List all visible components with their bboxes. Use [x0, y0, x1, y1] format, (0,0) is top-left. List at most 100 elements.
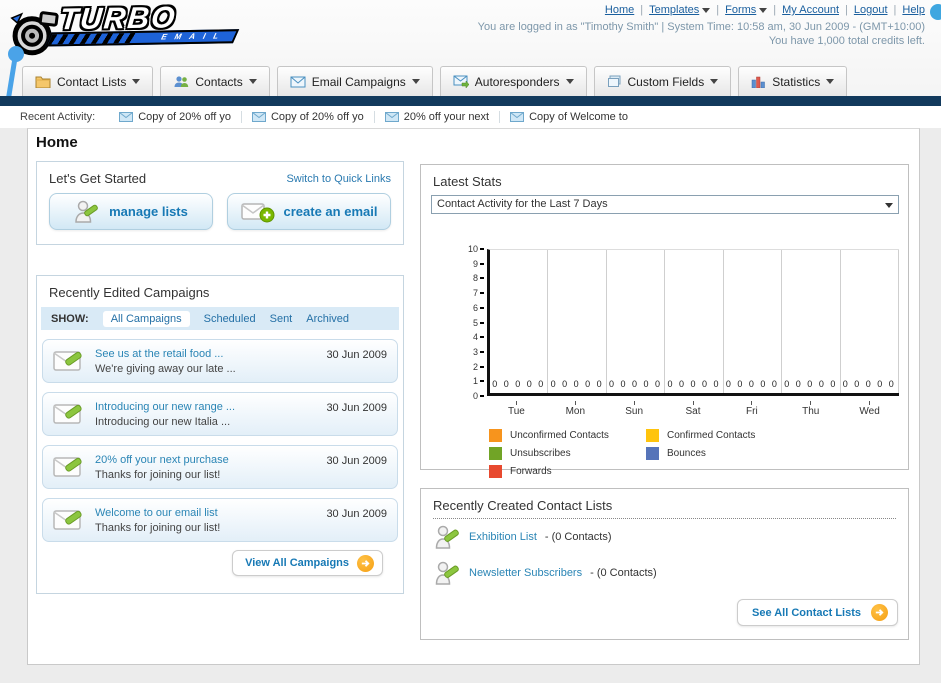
chart-x-labels: Tue Mon Sun Sat Fri Thu Wed [487, 401, 899, 417]
chart-day-column: 0 0 0 0 0 [665, 250, 724, 393]
campaign-title[interactable]: See us at the retail food ... [95, 348, 223, 360]
help-bubble-icon[interactable] [930, 4, 941, 20]
y-axis-label: 1 [458, 376, 484, 386]
legend-swatch [646, 447, 659, 460]
chart-day-column: 0 0 0 0 0 [490, 250, 549, 393]
data-point-values: 0 0 0 0 0 [725, 379, 779, 389]
caret-down-icon [759, 7, 768, 13]
contact-list-name[interactable]: Newsletter Subscribers [469, 567, 582, 579]
recent-activity-item[interactable]: 20% off your next [375, 111, 501, 123]
chart-day-column: 0 0 0 0 0 [607, 250, 666, 393]
get-started-panel: Let's Get Started Switch to Quick Links … [36, 161, 404, 245]
contact-list-item[interactable]: Exhibition List - (0 Contacts) [421, 519, 908, 555]
main-content: Home Let's Get Started Switch to Quick L… [27, 128, 920, 665]
caret-down-icon [411, 79, 420, 84]
tab-statistics[interactable]: Statistics [738, 66, 848, 96]
filter-sent[interactable]: Sent [270, 313, 293, 325]
caret-down-icon [702, 7, 711, 13]
tab-autoresponders[interactable]: Autoresponders [439, 66, 587, 96]
y-axis-label: 0 [458, 391, 484, 401]
link-forms[interactable]: Forms [725, 4, 768, 16]
campaign-date: 30 Jun 2009 [326, 455, 387, 467]
caret-down-icon [248, 79, 257, 84]
arrow-right-icon [871, 604, 888, 621]
tab-custom-fields[interactable]: Custom Fields [593, 66, 732, 96]
envelope-icon [384, 112, 399, 122]
header: TURBO EMAIL Home | Templates | Forms | My A… [0, 0, 941, 128]
chart-day-column: 0 0 0 0 0 [841, 250, 899, 393]
link-home[interactable]: Home [605, 4, 634, 16]
campaign-item[interactable]: Welcome to our email list Thanks for join… [42, 498, 398, 542]
campaign-date: 30 Jun 2009 [326, 402, 387, 414]
link-my-account[interactable]: My Account [782, 4, 839, 16]
caret-down-icon [132, 79, 141, 84]
x-axis-label: Thu [781, 401, 840, 417]
recent-activity-label: Recent Activity: [20, 111, 96, 123]
see-all-contact-lists-button[interactable]: See All Contact Lists [736, 599, 898, 626]
contacts-icon [174, 76, 189, 87]
tab-contacts[interactable]: Contacts [160, 66, 270, 96]
y-axis-label: 10 [458, 244, 484, 254]
custom-fields-icon [607, 75, 621, 87]
chart-day-column: 0 0 0 0 0 [548, 250, 607, 393]
data-point-values: 0 0 0 0 0 [492, 379, 546, 389]
recent-activity-item[interactable]: Copy of 20% off yo [242, 111, 375, 123]
filter-all-campaigns[interactable]: All Campaigns [102, 310, 190, 327]
logo-subtitle: EMAIL [159, 31, 229, 42]
data-point-values: 0 0 0 0 0 [667, 379, 721, 389]
filter-archived[interactable]: Archived [306, 313, 349, 325]
link-help[interactable]: Help [902, 4, 925, 16]
data-point-values: 0 0 0 0 0 [550, 379, 604, 389]
campaign-title[interactable]: 20% off your next purchase [95, 454, 229, 466]
campaign-item[interactable]: 20% off your next purchase Thanks for joi… [42, 445, 398, 489]
person-pencil-icon [435, 561, 459, 585]
manage-lists-button[interactable]: manage lists [49, 193, 213, 230]
campaign-title[interactable]: Introducing our new range ... [95, 401, 235, 413]
data-point-values: 0 0 0 0 0 [842, 379, 896, 389]
link-logout[interactable]: Logout [854, 4, 888, 16]
get-started-title: Let's Get Started [49, 171, 147, 186]
arrow-right-icon [357, 554, 374, 572]
campaign-title[interactable]: Welcome to our email list [95, 507, 218, 519]
filter-scheduled[interactable]: Scheduled [204, 313, 256, 325]
recent-activity-item[interactable]: Copy of Welcome to [500, 111, 638, 123]
view-all-campaigns-button[interactable]: View All Campaigns [232, 550, 383, 576]
y-axis-label: 9 [458, 259, 484, 269]
recent-activity-item[interactable]: Copy of 20% off yo [109, 111, 242, 123]
campaign-item[interactable]: See us at the retail food ... We're givin… [42, 339, 398, 383]
y-axis-label: 4 [458, 332, 484, 342]
recent-activity-bar: Recent Activity: Copy of 20% off yo Copy… [0, 106, 941, 128]
chart-day-column: 0 0 0 0 0 [724, 250, 783, 393]
folder-icon [35, 76, 51, 88]
person-pencil-icon [75, 200, 98, 223]
contact-list-name[interactable]: Exhibition List [469, 531, 537, 543]
legend-item: Confirmed Contacts [646, 429, 803, 442]
contact-lists-panel: Recently Created Contact Lists Exhibitio… [420, 488, 909, 640]
create-email-button[interactable]: create an email [227, 193, 391, 230]
campaign-subtitle: Thanks for joining our list! [95, 469, 221, 481]
login-info: You are logged in as "Timothy Smith" | S… [478, 20, 925, 48]
credits-line: You have 1,000 total credits left. [768, 35, 925, 47]
legend-item: Unsubscribes [489, 447, 646, 460]
x-axis-label: Sun [605, 401, 664, 417]
tab-contact-lists[interactable]: Contact Lists [22, 66, 154, 96]
chevron-down-icon [885, 203, 893, 208]
campaign-date: 30 Jun 2009 [326, 349, 387, 361]
data-point-values: 0 0 0 0 0 [784, 379, 838, 389]
email-campaigns-icon [290, 76, 306, 87]
envelope-icon [251, 112, 266, 122]
chart-legend: Unconfirmed Contacts Confirmed Contacts Un… [489, 429, 903, 478]
link-templates[interactable]: Templates [649, 4, 711, 16]
campaign-item[interactable]: Introducing our new range ... Introducing… [42, 392, 398, 436]
stats-dropdown[interactable]: Contact Activity for the Last 7 Days [431, 195, 899, 214]
autoresponders-icon [453, 75, 469, 88]
chart-plot-days: 0 0 0 0 0 0 0 0 0 0 0 0 0 0 0 0 0 0 0 0 0 0 … [487, 249, 899, 396]
tab-email-campaigns[interactable]: Email Campaigns [276, 66, 433, 96]
envelope-pencil-icon [53, 351, 82, 371]
contact-list-item[interactable]: Newsletter Subscribers - (0 Contacts) [421, 555, 908, 591]
switch-quick-links[interactable]: Switch to Quick Links [286, 173, 391, 185]
legend-swatch [646, 429, 659, 442]
x-axis-label: Tue [487, 401, 546, 417]
y-axis-label: 6 [458, 303, 484, 313]
campaigns-filter-bar: SHOW: All Campaigns Scheduled Sent Archi… [41, 307, 399, 330]
